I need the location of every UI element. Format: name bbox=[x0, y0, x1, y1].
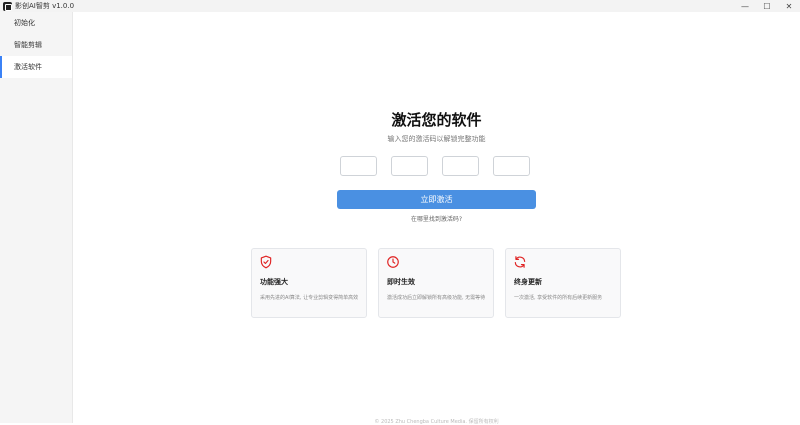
activation-code-inputs bbox=[340, 156, 530, 176]
refresh-icon bbox=[514, 256, 526, 268]
main-content: 激活您的软件 输入您的激活码以解锁完整功能 立即激活 在哪里找到激活码? 功能强… bbox=[73, 12, 800, 425]
feature-card: 功能强大 采用先进的AI算法, 让专业剪辑变得简单高效 bbox=[251, 248, 367, 318]
window-controls: — ☐ ✕ bbox=[734, 0, 800, 12]
code-input-4[interactable] bbox=[493, 156, 530, 176]
feature-cards: 功能强大 采用先进的AI算法, 让专业剪辑变得简单高效 即时生效 激活成功后立即… bbox=[251, 248, 621, 318]
feature-card-desc: 一次激活, 享受软件的所有后续更新服务 bbox=[514, 295, 603, 301]
sidebar: 初始化 智能剪辑 激活软件 bbox=[0, 12, 73, 423]
sidebar-item-smart-edit[interactable]: 智能剪辑 bbox=[0, 34, 72, 56]
feature-card-title: 终身更新 bbox=[514, 278, 542, 286]
sidebar-item-initialize[interactable]: 初始化 bbox=[0, 12, 72, 34]
feature-card-title: 功能强大 bbox=[260, 278, 288, 286]
page-subtitle: 输入您的激活码以解锁完整功能 bbox=[387, 135, 486, 143]
shield-check-icon bbox=[260, 255, 272, 269]
sidebar-item-label: 初始化 bbox=[14, 19, 35, 27]
minimize-button[interactable]: — bbox=[734, 0, 756, 12]
copyright-footer: © 2025 Zhu Chengba Culture Media. 保留所有权利 bbox=[374, 419, 499, 425]
sidebar-item-label: 激活软件 bbox=[14, 63, 42, 71]
sidebar-item-label: 智能剪辑 bbox=[14, 41, 42, 49]
activate-button[interactable]: 立即激活 bbox=[337, 190, 536, 209]
code-input-1[interactable] bbox=[340, 156, 377, 176]
page-title: 激活您的软件 bbox=[391, 111, 482, 129]
maximize-button[interactable]: ☐ bbox=[756, 0, 778, 12]
feature-card-title: 即时生效 bbox=[387, 278, 415, 286]
feature-card: 即时生效 激活成功后立即解锁所有高级功能, 无需等待 bbox=[378, 248, 494, 318]
code-input-2[interactable] bbox=[391, 156, 428, 176]
find-code-link[interactable]: 在哪里找到激活码? bbox=[73, 214, 800, 223]
title-bar: 影创AI智剪 v1.0.0 — ☐ ✕ bbox=[0, 0, 800, 12]
feature-card-desc: 采用先进的AI算法, 让专业剪辑变得简单高效 bbox=[260, 295, 359, 301]
code-input-3[interactable] bbox=[442, 156, 479, 176]
sidebar-item-activate[interactable]: 激活软件 bbox=[0, 56, 72, 78]
window-title: 影创AI智剪 v1.0.0 bbox=[15, 2, 75, 10]
close-button[interactable]: ✕ bbox=[778, 0, 800, 12]
feature-card-desc: 激活成功后立即解锁所有高级功能, 无需等待 bbox=[387, 295, 486, 301]
clock-icon bbox=[387, 256, 399, 268]
feature-card: 终身更新 一次激活, 享受软件的所有后续更新服务 bbox=[505, 248, 621, 318]
app-logo-icon bbox=[3, 1, 12, 11]
